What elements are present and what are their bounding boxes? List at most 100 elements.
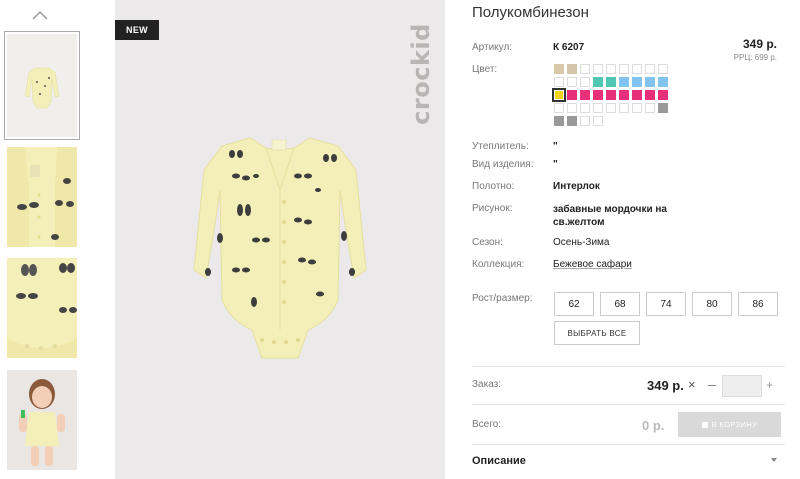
thumbnail-4[interactable] xyxy=(7,370,77,470)
attr-label-item-type: Вид изделия: xyxy=(472,159,534,170)
swatch-row xyxy=(554,103,684,113)
thumbnail-1[interactable] xyxy=(4,31,80,140)
color-swatch[interactable] xyxy=(645,77,655,87)
size-button-74[interactable]: 74 xyxy=(646,292,686,316)
attr-label-article: Артикул: xyxy=(472,42,513,53)
product-title: Полукомбинезон xyxy=(472,4,589,21)
remove-icon[interactable]: × xyxy=(688,377,696,392)
color-swatch[interactable] xyxy=(554,116,564,126)
thumbnail-column xyxy=(0,0,82,479)
color-swatch[interactable] xyxy=(580,90,590,100)
cart-icon xyxy=(701,421,708,428)
color-swatch[interactable] xyxy=(554,64,564,74)
color-swatch[interactable] xyxy=(658,90,668,100)
attr-label-collection: Коллекция: xyxy=(472,259,525,270)
swatch-row xyxy=(554,116,684,126)
color-swatch[interactable] xyxy=(593,103,603,113)
color-swatch[interactable] xyxy=(619,103,629,113)
swatch-row xyxy=(552,88,684,102)
color-swatch[interactable] xyxy=(632,64,642,74)
size-button-86[interactable]: 86 xyxy=(738,292,778,316)
size-button-68[interactable]: 68 xyxy=(600,292,640,316)
order-price: 349 р. xyxy=(647,378,684,393)
divider xyxy=(472,366,785,367)
quantity-input[interactable] xyxy=(722,375,762,397)
color-swatch[interactable] xyxy=(619,77,629,87)
divider xyxy=(472,404,785,405)
product-price: 349 р. xyxy=(742,37,777,51)
attr-value-insulation: " xyxy=(553,141,558,152)
total-label: Всего: xyxy=(472,419,501,430)
attr-label-fabric: Полотно: xyxy=(472,181,515,192)
color-swatch[interactable] xyxy=(619,90,629,100)
color-swatch[interactable] xyxy=(593,116,603,126)
color-swatch[interactable] xyxy=(567,103,577,113)
add-to-cart-label: В КОРЗИНУ xyxy=(711,420,758,429)
add-to-cart-button[interactable]: В КОРЗИНУ xyxy=(678,412,781,437)
increment-button[interactable]: + xyxy=(766,378,773,392)
color-swatch[interactable] xyxy=(632,77,642,87)
decrement-button[interactable]: – xyxy=(708,376,716,392)
attr-value-article: К 6207 xyxy=(553,42,585,53)
color-swatch[interactable] xyxy=(580,64,590,74)
color-swatch[interactable] xyxy=(658,64,668,74)
color-swatch[interactable] xyxy=(645,103,655,113)
select-all-button[interactable]: ВЫБРАТЬ ВСЕ xyxy=(554,321,640,345)
color-swatch[interactable] xyxy=(567,77,577,87)
attr-label-season: Сезон: xyxy=(472,237,503,248)
color-swatch[interactable] xyxy=(658,77,668,87)
color-swatch[interactable] xyxy=(580,103,590,113)
brand-logo-text: crockid xyxy=(407,23,435,125)
brand-watermark: crockid xyxy=(407,14,435,134)
main-product-image[interactable]: NEW crockid xyxy=(115,0,445,479)
color-swatch[interactable] xyxy=(619,64,629,74)
product-rrp: РРЦ: 699 р. xyxy=(733,53,777,62)
color-swatch[interactable] xyxy=(645,90,655,100)
color-swatch[interactable] xyxy=(593,90,603,100)
swatch-row xyxy=(554,64,684,74)
color-swatch[interactable] xyxy=(658,103,668,113)
collection-link[interactable]: Бежевое сафари xyxy=(553,259,632,270)
attr-label-pattern: Рисунок: xyxy=(472,203,513,214)
color-swatch[interactable] xyxy=(580,77,590,87)
color-swatch[interactable] xyxy=(580,116,590,126)
chevron-up-icon[interactable] xyxy=(31,8,49,22)
description-toggle[interactable]: Описание xyxy=(472,455,526,467)
size-options: 62 68 74 80 86 xyxy=(554,292,778,316)
color-swatch[interactable] xyxy=(606,64,616,74)
color-swatch[interactable] xyxy=(606,103,616,113)
color-swatch[interactable] xyxy=(554,77,564,87)
thumbnail-3[interactable] xyxy=(7,258,77,358)
attr-value-fabric: Интерлок xyxy=(553,181,600,192)
swatch-row xyxy=(554,77,684,87)
color-swatch[interactable] xyxy=(554,103,564,113)
attr-value-pattern: забавные мордочки на св.желтом xyxy=(553,204,667,228)
bodysuit-illustration xyxy=(193,137,367,359)
color-swatch[interactable] xyxy=(593,64,603,74)
product-info-panel: Полукомбинезон Артикул: К 6207 349 р. РР… xyxy=(472,0,785,479)
attr-value-season: Осень-Зима xyxy=(553,237,610,248)
color-swatch[interactable] xyxy=(567,64,577,74)
attr-value-item-type: " xyxy=(553,159,558,170)
thumbnail-2[interactable] xyxy=(7,147,77,247)
size-button-80[interactable]: 80 xyxy=(692,292,732,316)
color-swatch[interactable] xyxy=(606,77,616,87)
color-swatch[interactable] xyxy=(567,90,577,100)
total-value: 0 р. xyxy=(642,418,665,433)
color-swatch[interactable] xyxy=(552,88,566,102)
size-button-62[interactable]: 62 xyxy=(554,292,594,316)
color-swatch[interactable] xyxy=(632,103,642,113)
new-badge: NEW xyxy=(115,20,159,40)
attr-label-size: Рост/размер: xyxy=(472,293,533,304)
color-swatch[interactable] xyxy=(606,90,616,100)
color-swatch[interactable] xyxy=(567,116,577,126)
color-swatch[interactable] xyxy=(593,77,603,87)
color-swatches xyxy=(552,64,684,129)
divider xyxy=(472,444,785,445)
chevron-down-icon[interactable] xyxy=(771,458,777,462)
order-label: Заказ: xyxy=(472,379,502,390)
attr-label-insulation: Утеплитель: xyxy=(472,141,529,152)
attr-label-color: Цвет: xyxy=(472,64,498,75)
color-swatch[interactable] xyxy=(645,64,655,74)
color-swatch[interactable] xyxy=(632,90,642,100)
